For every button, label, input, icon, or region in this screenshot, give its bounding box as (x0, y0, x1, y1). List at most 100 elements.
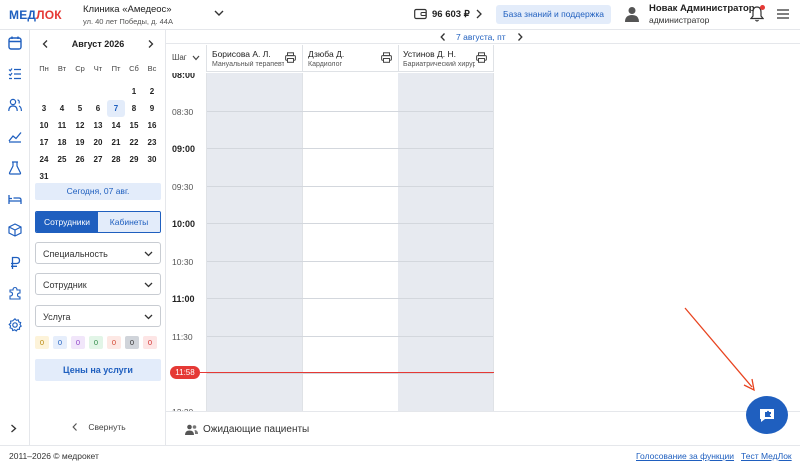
hamburger-menu-icon[interactable] (777, 9, 789, 19)
tab-staff[interactable]: Сотрудники (36, 212, 98, 232)
today-button[interactable]: Сегодня, 07 авг. (35, 183, 161, 200)
laboratory-flask-icon[interactable] (8, 161, 22, 175)
support-chat-button[interactable] (746, 396, 788, 434)
doctor-specialty: Мануальный терапевт (212, 61, 284, 68)
expand-sidebar-chevron-icon[interactable] (10, 424, 17, 433)
calendar-day[interactable]: 18 (53, 134, 71, 151)
doctor-schedule-column[interactable] (207, 73, 303, 411)
balance-value: 96 603 ₽ (432, 9, 470, 20)
calendar-day[interactable]: 11 (53, 117, 71, 134)
time-slot-label: 09:00 (172, 144, 196, 154)
status-counter[interactable]: 0 (35, 336, 49, 349)
doctor-schedule-column[interactable] (303, 73, 399, 411)
analytics-icon[interactable] (8, 129, 22, 143)
printer-icon[interactable] (285, 52, 296, 63)
calendar-day[interactable]: 1 (125, 83, 143, 100)
navigation-rail (0, 30, 30, 445)
printer-icon[interactable] (476, 52, 487, 63)
calendar-day[interactable]: 26 (71, 151, 89, 168)
tab-rooms[interactable]: Кабинеты (98, 212, 160, 232)
chevron-right-icon[interactable] (517, 33, 523, 41)
calendar-day[interactable]: 25 (53, 151, 71, 168)
collapse-sidebar-button[interactable]: Свернуть (30, 422, 166, 432)
doctor-column-header[interactable]: Дзюба Д. Кардиолог (303, 45, 399, 72)
calendar-day[interactable]: 7 (107, 100, 125, 117)
medlok-logo[interactable]: МЕДЛОК (9, 8, 62, 22)
calendar-day[interactable]: 22 (125, 134, 143, 151)
calendar-day[interactable]: 21 (107, 134, 125, 151)
chevron-down-icon (144, 282, 153, 288)
calendar-day[interactable]: 15 (125, 117, 143, 134)
time-slot-label: 11:00 (172, 294, 195, 304)
patients-icon[interactable] (8, 98, 22, 112)
current-date[interactable]: 7 августа, пт (456, 32, 506, 42)
time-grid-line (207, 335, 493, 337)
waiting-patients-bar[interactable]: Ожидающие пациенты (166, 411, 800, 445)
calendar-day[interactable]: 20 (89, 134, 107, 151)
chevron-left-icon[interactable] (440, 33, 446, 41)
settings-gear-icon[interactable] (8, 318, 22, 332)
prices-button[interactable]: Цены на услуги (35, 359, 161, 381)
calendar-day[interactable]: 9 (143, 100, 161, 117)
task-list-icon[interactable] (8, 67, 22, 81)
calendar-day[interactable]: 27 (89, 151, 107, 168)
calendar-day[interactable]: 28 (107, 151, 125, 168)
specialty-select-label: Специальность (43, 249, 108, 259)
status-counter[interactable]: 0 (125, 336, 139, 349)
printer-icon[interactable] (381, 52, 392, 63)
calendar-day[interactable]: 14 (107, 117, 125, 134)
step-selector[interactable]: Шаг (166, 45, 207, 72)
employee-select[interactable]: Сотрудник (35, 273, 161, 295)
chevron-down-icon (192, 55, 200, 61)
chevron-right-icon[interactable] (147, 40, 154, 48)
chevron-right-icon[interactable] (475, 9, 483, 19)
status-counter[interactable]: 0 (53, 336, 67, 349)
doctor-column-header[interactable]: Борисова А. Л. Мануальный терапевт (207, 45, 303, 72)
clinic-selector[interactable]: Клиника «Амедеос» ул. 40 лет Победы, д. … (83, 4, 173, 26)
hospital-bed-icon[interactable] (8, 192, 22, 206)
user-name[interactable]: Новак Администратор (649, 3, 755, 14)
test-medlok-link[interactable]: Тест МедЛок (741, 451, 792, 461)
calendar-day[interactable]: 8 (125, 100, 143, 117)
integrations-puzzle-icon[interactable] (8, 286, 22, 300)
status-counter[interactable]: 0 (143, 336, 157, 349)
doctor-schedule-column[interactable] (398, 73, 494, 411)
vote-features-link[interactable]: Голосование за функции (636, 451, 734, 461)
calendar-day[interactable]: 2 (143, 83, 161, 100)
time-column: 08:00 08:30 09:00 09:30 10:00 10:30 11:00 11:30… (166, 73, 207, 411)
service-select[interactable]: Услуга (35, 305, 161, 327)
calendar-day[interactable]: 19 (71, 134, 89, 151)
warehouse-box-icon[interactable] (8, 223, 22, 237)
time-grid-line (207, 148, 493, 149)
calendar-day[interactable]: 3 (35, 100, 53, 117)
status-counter[interactable]: 0 (107, 336, 121, 349)
time-slot-label: 11:30 (172, 331, 193, 342)
doctor-name: Устинов Д. Н. (403, 49, 457, 59)
employee-select-label: Сотрудник (43, 280, 87, 290)
calendar-day[interactable]: 30 (143, 151, 161, 168)
calendar-day[interactable]: 17 (35, 134, 53, 151)
specialty-select[interactable]: Специальность (35, 242, 161, 264)
time-slot-label: 09:30 (172, 181, 194, 192)
calendar-day[interactable]: 13 (89, 117, 107, 134)
calendar-day[interactable]: 24 (35, 151, 53, 168)
calendar-day[interactable]: 6 (89, 100, 107, 117)
doctor-column-header[interactable]: Устинов Д. Н. Бариатрический хирург (398, 45, 494, 72)
calendar-day[interactable]: 4 (53, 100, 71, 117)
time-slot-label: 08:00 (172, 73, 196, 80)
calendar-day[interactable]: 23 (143, 134, 161, 151)
calendar-icon[interactable] (8, 36, 22, 50)
doctor-name: Борисова А. Л. (212, 49, 271, 59)
calendar-day[interactable]: 5 (71, 100, 89, 117)
knowledge-base-button[interactable]: База знаний и поддержка (496, 5, 611, 24)
status-counter[interactable]: 0 (71, 336, 85, 349)
calendar-day[interactable]: 12 (71, 117, 89, 134)
calendar-days: 1 2 3 4 5 6 7 8 9 10 11 12 13 14 15 16 17 18 19 20 21 22 23 24 2… (35, 83, 161, 185)
calendar-day[interactable]: 10 (35, 117, 53, 134)
status-counter[interactable]: 0 (89, 336, 103, 349)
chevron-down-icon[interactable] (214, 8, 224, 18)
calendar-day[interactable]: 16 (143, 117, 161, 134)
weekday-label: Вт (57, 64, 67, 73)
ruble-finance-icon[interactable] (8, 256, 22, 270)
calendar-day[interactable]: 29 (125, 151, 143, 168)
